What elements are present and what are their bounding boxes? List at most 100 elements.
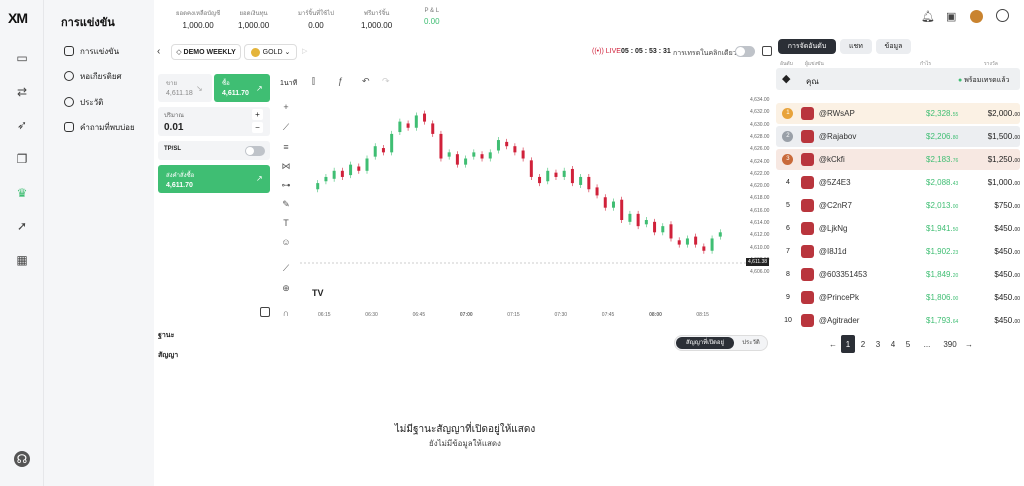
bell-icon[interactable]: 🔔︎: [921, 10, 935, 23]
profile-icon[interactable]: [996, 9, 1009, 22]
page-3[interactable]: 3: [871, 335, 885, 353]
table-row[interactable]: 5 @C2nR7 $2,013.00 $750.00: [776, 195, 1020, 216]
undo-icon[interactable]: ↶: [362, 76, 370, 87]
tab-open-contracts[interactable]: สัญญาที่เปิดอยู่: [676, 337, 734, 349]
candle: [349, 164, 353, 176]
transfer-icon[interactable]: ⇄: [14, 84, 30, 100]
tpsl-toggle[interactable]: [245, 146, 265, 156]
account-selector[interactable]: ◇ DEMO WEEKLY: [171, 44, 241, 60]
candle: [324, 176, 328, 182]
tab-info[interactable]: ข้อมูล: [876, 39, 911, 54]
symbol-selector[interactable]: GOLD ⌄: [244, 44, 297, 60]
qty-plus-button[interactable]: +: [252, 109, 263, 120]
table-row[interactable]: 10 @Agitrader $1,793.64 $450.00: [776, 310, 1020, 331]
page-390[interactable]: 390: [939, 335, 961, 353]
brush-icon[interactable]: ✎: [280, 198, 292, 210]
table-row[interactable]: 1 @RWsAP $2,328.55 $2,000.00: [776, 103, 1020, 124]
table-row[interactable]: 3 @kCkfi $2,183.76 $1,250.00: [776, 149, 1020, 170]
emoji-icon[interactable]: ☺: [280, 236, 292, 248]
tab-chat[interactable]: แชท: [840, 39, 872, 54]
tab-history[interactable]: ประวัติ: [738, 337, 764, 349]
table-row[interactable]: 8 @603351453 $1,849.20 $450.00: [776, 264, 1020, 285]
candle: [611, 201, 615, 208]
candle: [365, 158, 369, 171]
medal-icon: [64, 71, 74, 81]
qty-minus-button[interactable]: −: [252, 122, 263, 133]
forecast-icon[interactable]: ⊶: [280, 179, 292, 191]
profit: $2,206.80: [926, 132, 959, 141]
profit: $1,806.00: [926, 293, 959, 302]
arrow-up-right-icon: ↗: [256, 84, 263, 93]
candle-type-icon[interactable]: ⫿: [312, 76, 315, 87]
sidebar-toggle-icon[interactable]: [260, 307, 270, 317]
candle: [644, 220, 648, 225]
magnet-icon[interactable]: ∩: [280, 307, 292, 319]
avatar[interactable]: [970, 10, 983, 23]
trendline-icon[interactable]: ⟋: [280, 121, 292, 133]
page-1[interactable]: 1: [841, 335, 855, 353]
time-tick: 07:30: [554, 312, 568, 318]
nav-item-hall-of-fame[interactable]: หอเกียรติยศ: [64, 69, 122, 83]
zoom-icon[interactable]: ⊕: [280, 282, 292, 294]
launch-icon[interactable]: ➚: [14, 218, 30, 234]
ruler-icon[interactable]: ⟋: [280, 262, 292, 274]
price-chart[interactable]: TV: [300, 96, 746, 306]
page-4[interactable]: 4: [886, 335, 900, 353]
contracts-label: สัญญา: [158, 352, 179, 359]
competitor-name: @LjkNg: [818, 224, 848, 233]
prize: $450.00: [994, 293, 1020, 302]
one-click-toggle[interactable]: [735, 46, 755, 57]
competitor-name: @Rajabov: [818, 132, 857, 141]
table-row[interactable]: 9 @PrincePk $1,806.00 $450.00: [776, 287, 1020, 308]
nav-item-competition[interactable]: การแข่งขัน: [64, 44, 119, 58]
rank: 6: [786, 225, 790, 232]
sell-button[interactable]: ขาย 4,611.18: [158, 74, 212, 102]
tab-ranking[interactable]: การจัดอันดับ: [778, 39, 836, 54]
redo-icon[interactable]: ↷: [382, 76, 390, 87]
candle: [431, 123, 435, 134]
layout-icon[interactable]: [762, 46, 772, 56]
text-icon[interactable]: T: [280, 217, 292, 229]
trophy-icon[interactable]: ♛: [14, 185, 30, 201]
support-icon[interactable]: ☊: [14, 451, 30, 467]
pattern-icon[interactable]: ⋈: [280, 160, 292, 172]
avatar: [800, 153, 814, 166]
apps-icon[interactable]: ▦: [14, 252, 30, 268]
wallet-icon[interactable]: ▣: [946, 10, 956, 23]
prize: $1,250.00: [987, 155, 1020, 164]
nav-item-history[interactable]: ประวัติ: [64, 95, 103, 109]
prev-page-button[interactable]: ←: [826, 335, 840, 353]
indicators-icon[interactable]: ƒ: [338, 76, 343, 86]
col-prize: รางวัล: [984, 61, 998, 67]
candle: [316, 183, 320, 190]
interval-selector[interactable]: 1นาที: [280, 78, 297, 89]
arrow-down-right-icon: ↘: [196, 84, 203, 93]
table-row[interactable]: 4 @5Z4E3 $2,088.43 $1,000.00: [776, 172, 1020, 193]
price-tick: 4,628.00: [750, 133, 770, 140]
fib-icon[interactable]: ≡: [280, 141, 292, 153]
nav-item-faq[interactable]: คำถามที่พบบ่อย: [64, 120, 135, 134]
price-tick: 4,626.00: [750, 146, 770, 153]
candle: [406, 123, 410, 128]
page-5[interactable]: 5: [901, 335, 915, 353]
back-icon[interactable]: ‹: [157, 46, 160, 57]
candle: [439, 133, 443, 159]
prize: $750.00: [994, 201, 1020, 210]
candle: [521, 150, 525, 159]
crosshair-icon[interactable]: +: [280, 101, 292, 113]
rocket-icon[interactable]: ➶: [14, 117, 30, 133]
col-rank: อันดับ: [780, 61, 793, 67]
prize: $450.00: [994, 316, 1020, 325]
chart-icon[interactable]: ▭: [14, 50, 30, 66]
tradingview-logo: TV: [312, 288, 324, 298]
copy-icon[interactable]: ❐: [14, 151, 30, 167]
page-2[interactable]: 2: [856, 335, 870, 353]
next-page-button[interactable]: →: [962, 335, 976, 353]
col-competitor: ผู้แข่งขัน: [805, 61, 824, 67]
table-row[interactable]: 2 @Rajabov $2,206.80 $1,500.00: [776, 126, 1020, 147]
place-order-button[interactable]: ส่งคำสั่งซื้อ 4,611.70: [158, 165, 270, 193]
candle: [677, 240, 681, 245]
table-row[interactable]: 6 @LjkNg $1,941.50 $450.00: [776, 218, 1020, 239]
play-icon[interactable]: ▷: [302, 47, 307, 55]
table-row[interactable]: 7 @I8J1d $1,902.23 $450.00: [776, 241, 1020, 262]
